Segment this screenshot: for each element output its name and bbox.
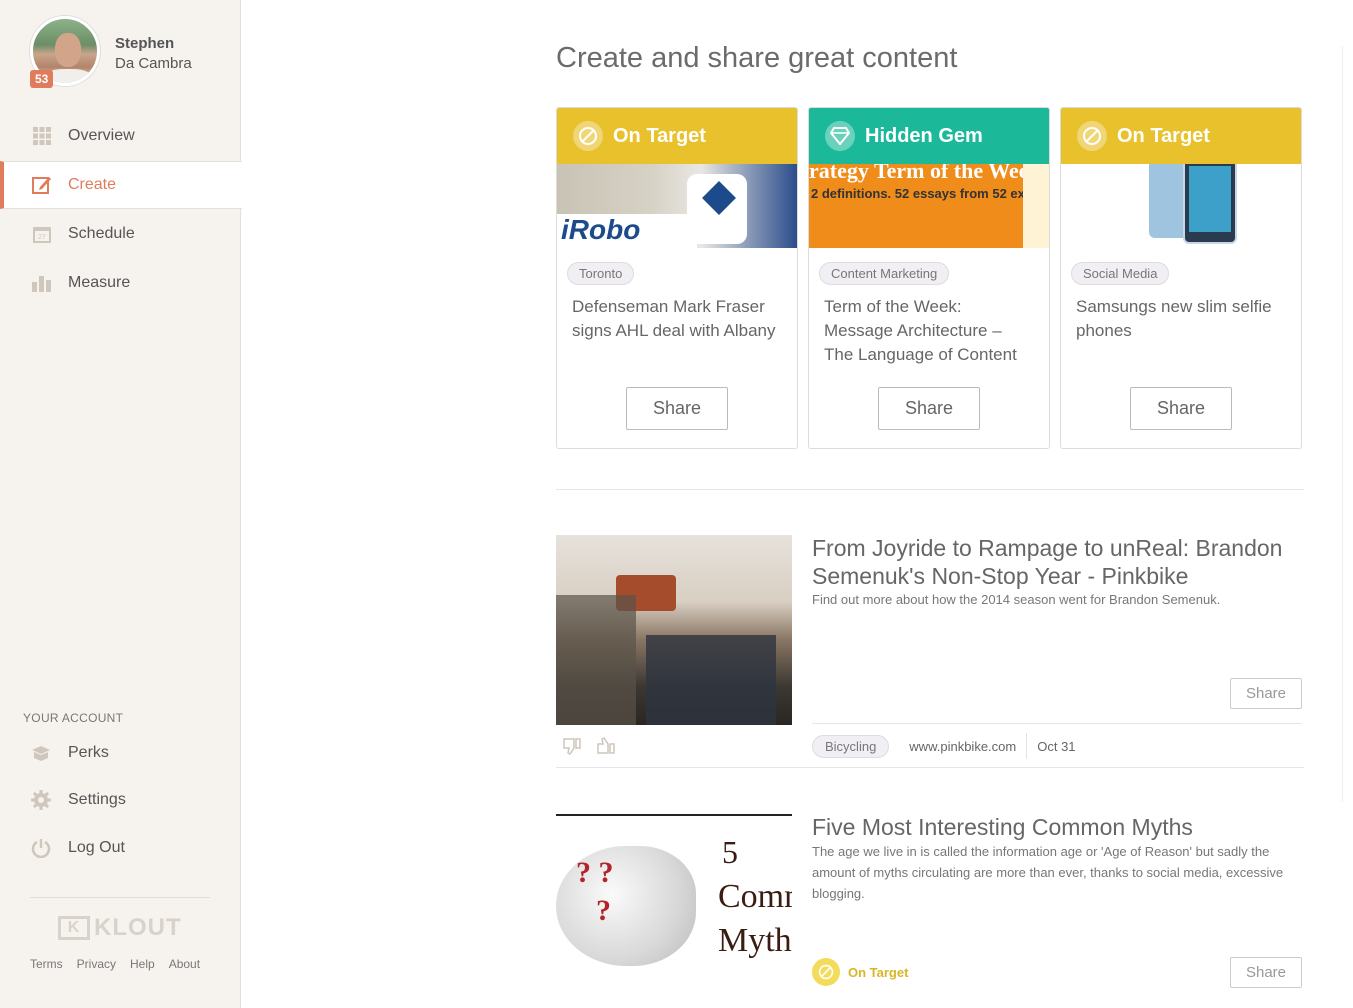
bar-chart-icon <box>32 273 52 293</box>
account-item-logout[interactable]: Log Out <box>30 837 125 859</box>
target-icon <box>1077 121 1107 151</box>
your-account-label: YOUR ACCOUNT <box>23 711 124 725</box>
page-title: Create and share great content <box>556 42 958 74</box>
divider <box>556 489 1304 490</box>
card-category-label: On Target <box>613 124 706 147</box>
card-header: Hidden Gem <box>809 108 1049 164</box>
klout-logo[interactable]: K KLOUT <box>58 914 182 942</box>
nav-label: Schedule <box>68 225 135 242</box>
card-title[interactable]: Defenseman Mark Fraser signs AHL deal wi… <box>557 285 797 343</box>
divider <box>556 767 1304 768</box>
article-description: The age we live in is called the informa… <box>812 844 1284 901</box>
article-description: Find out more about how the 2014 season … <box>812 592 1221 607</box>
card-title[interactable]: Samsungs new slim selfie phones <box>1061 285 1301 343</box>
thumbs-down-icon[interactable] <box>562 736 582 761</box>
gear-icon <box>30 789 52 811</box>
footer-link-privacy[interactable]: Privacy <box>77 957 116 971</box>
share-button[interactable]: Share <box>1230 678 1302 709</box>
target-icon <box>812 958 840 986</box>
gift-icon <box>30 742 52 764</box>
power-icon <box>30 837 52 859</box>
card-title[interactable]: Term of the Week: Message Architecture –… <box>809 285 1049 367</box>
account-item-settings[interactable]: Settings <box>30 789 126 811</box>
nav-item-create[interactable]: Create <box>0 161 242 209</box>
card-image[interactable] <box>1061 164 1301 248</box>
sidebar: 53 Stephen Da Cambra Overview Create 27 … <box>0 0 242 1008</box>
topic-tag[interactable]: Social Media <box>1071 262 1170 285</box>
account-item-label: Log Out <box>68 839 125 856</box>
article-source[interactable]: www.pinkbike.com <box>909 739 1016 754</box>
nav-label: Overview <box>68 127 135 144</box>
card-image[interactable]: rategy Term of the Week 2 definitions. 5… <box>809 164 1049 248</box>
article-image[interactable] <box>556 535 792 725</box>
card-category-label: On Target <box>1117 124 1210 147</box>
calendar-icon: 27 <box>32 224 52 244</box>
gem-icon <box>825 121 855 151</box>
nav-item-schedule[interactable]: 27 Schedule <box>0 210 241 258</box>
content-card[interactable]: On Target iRobo Toronto Defenseman Mark … <box>556 107 798 449</box>
target-icon <box>573 121 603 151</box>
article-image[interactable]: ? ? ? 5 Comm Myth <box>556 814 792 1008</box>
article-date: Oct 31 <box>1037 738 1076 754</box>
on-target-badge: On Target <box>812 958 908 986</box>
divider <box>30 897 210 898</box>
klout-score-badge: 53 <box>30 70 54 88</box>
user-first-name: Stephen <box>115 35 175 52</box>
account-item-perks[interactable]: Perks <box>30 742 109 764</box>
article-title[interactable]: Five Most Interesting Common Myths <box>812 813 1302 841</box>
nav-label: Create <box>68 176 117 193</box>
content-card[interactable]: Hidden Gem rategy Term of the Week 2 def… <box>808 107 1050 449</box>
nav-item-overview[interactable]: Overview <box>0 112 241 160</box>
share-button[interactable]: Share <box>1130 387 1232 430</box>
footer-links: Terms Privacy Help About <box>30 957 214 971</box>
share-button[interactable]: Share <box>878 387 980 430</box>
article-meta: Bicycling www.pinkbike.com Oct 31 <box>812 733 1076 759</box>
divider <box>1026 733 1028 759</box>
topic-tag[interactable]: Content Marketing <box>819 262 950 285</box>
nav-label: Measure <box>68 274 131 291</box>
user-last-name: Da Cambra <box>115 55 192 72</box>
content-card[interactable]: On Target Social Media Samsungs new slim… <box>1060 107 1302 449</box>
grid-icon <box>32 126 52 146</box>
card-header: On Target <box>557 108 797 164</box>
svg-text:27: 27 <box>38 234 46 241</box>
topic-tag[interactable]: Bicycling <box>812 734 890 758</box>
account-item-label: Perks <box>68 744 109 761</box>
footer-link-terms[interactable]: Terms <box>30 957 63 971</box>
topic-tag[interactable]: Toronto <box>567 262 635 285</box>
card-category-label: Hidden Gem <box>865 124 983 147</box>
footer-link-help[interactable]: Help <box>130 957 155 971</box>
divider <box>1342 46 1343 802</box>
card-image[interactable]: iRobo <box>557 164 797 248</box>
divider <box>812 723 1302 724</box>
account-item-label: Settings <box>68 791 126 808</box>
article-title[interactable]: From Joyride to Rampage to unReal: Brand… <box>812 534 1302 590</box>
footer-link-about[interactable]: About <box>169 957 200 971</box>
card-header: On Target <box>1061 108 1301 164</box>
share-button[interactable]: Share <box>1230 957 1302 988</box>
thumbs-up-icon[interactable] <box>596 736 616 761</box>
nav-item-measure[interactable]: Measure <box>0 259 241 307</box>
share-button[interactable]: Share <box>626 387 728 430</box>
pencil-icon <box>32 175 52 195</box>
